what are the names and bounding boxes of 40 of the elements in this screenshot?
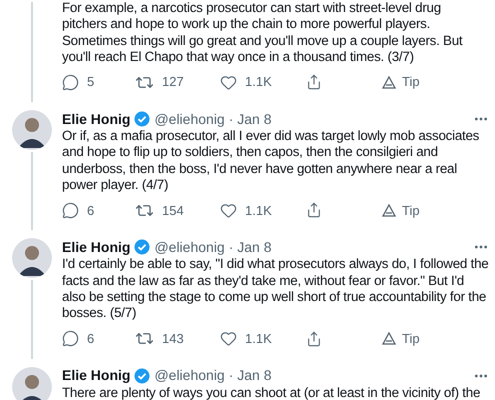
avatar[interactable] — [12, 366, 52, 400]
reply-count: 5 — [87, 73, 94, 92]
author-handle[interactable]: @eliehonig — [154, 236, 225, 258]
triangle-icon — [382, 204, 396, 217]
triangle-icon — [382, 76, 396, 89]
author-handle[interactable]: @eliehonig — [154, 108, 225, 130]
like-icon[interactable] — [220, 330, 237, 348]
author-name[interactable]: Elie Honig — [62, 365, 130, 386]
retweet-count: 143 — [162, 330, 184, 348]
like-count: 1.1K — [245, 73, 272, 92]
author-name[interactable]: Elie Honig — [62, 108, 130, 130]
avatar[interactable] — [12, 238, 52, 278]
like-count: 1.1K — [245, 202, 272, 220]
tweet-text: For example, a narcotics prosecutor can start with street-level drug pitchers and hope to work up the chain to more powerful players. Sometimes things will go great and you'll move up a couple layers. But you'll reach El Chapo that way once in a thousand times. (3/7) — [62, 0, 464, 66]
tweet-text: Or if, as a mafia prosecutor, all I ever did was target lowly mob associates and hope to flip up to soldiers, then capos, then the consilgieri and underboss, then the boss, I'd never have gotten anywhere near a real power player. (4/7) — [62, 128, 480, 194]
tip-button[interactable]: Tip — [382, 200, 420, 220]
author-handle[interactable]: @eliehonig — [154, 365, 225, 386]
tweet-date[interactable]: · Jan 8 — [228, 108, 272, 130]
reply-icon[interactable] — [62, 330, 79, 348]
tweet-date[interactable]: · Jan 8 — [228, 365, 272, 386]
like-count: 1.1K — [245, 330, 272, 348]
avatar[interactable] — [12, 110, 52, 150]
reply-count: 6 — [87, 330, 94, 348]
retweet-count: 127 — [162, 73, 184, 92]
reply-icon[interactable] — [62, 202, 79, 219]
tweet-text: I'd certainly be able to say, "I did what prosecutors always do, I followed the facts and the law as far as they'd take me, without fear or favor." But I'd also be setting the stage to come up well short of true accountability for the bosses. (5/7) — [62, 256, 489, 322]
like-icon[interactable] — [220, 74, 237, 91]
like-icon[interactable] — [220, 202, 237, 219]
tip-button[interactable]: Tip — [382, 72, 420, 92]
share-icon[interactable] — [306, 74, 322, 90]
share-icon[interactable] — [306, 202, 322, 218]
reply-count: 6 — [87, 202, 94, 220]
retweet-count: 154 — [162, 202, 184, 220]
triangle-icon — [382, 332, 396, 346]
share-icon[interactable] — [306, 330, 322, 347]
tweet-text: There are plenty of ways you can shoot at (or at least in the vicinity of) the — [62, 384, 482, 400]
reply-icon[interactable] — [62, 74, 79, 91]
tweet-date[interactable]: · Jan 8 — [228, 236, 272, 258]
tip-button[interactable]: Tip — [382, 328, 420, 348]
author-name[interactable]: Elie Honig — [62, 236, 130, 258]
